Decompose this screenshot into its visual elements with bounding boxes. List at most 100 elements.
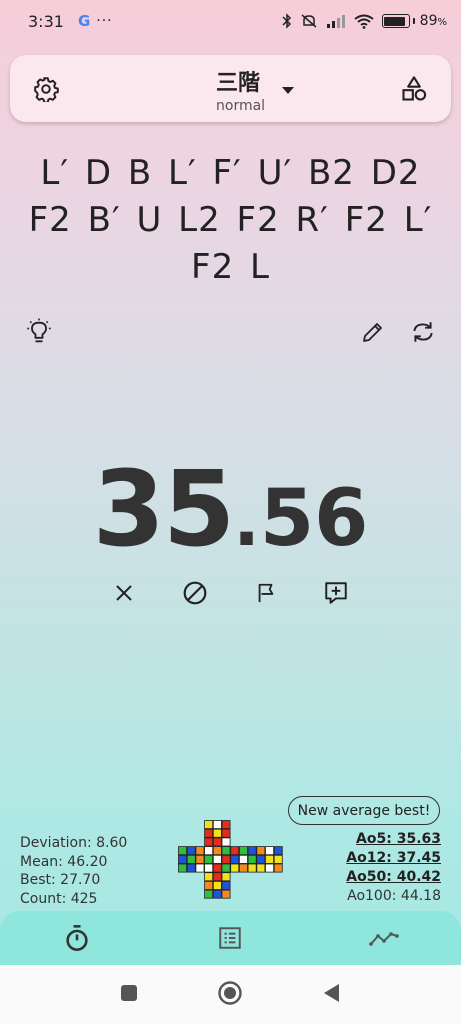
cube-sticker <box>212 846 222 856</box>
cube-sticker <box>230 846 240 856</box>
comment-button[interactable] <box>321 578 351 608</box>
stat-count: Count: 425 <box>20 890 98 907</box>
new-scramble-button[interactable] <box>408 317 438 347</box>
cube-sticker <box>239 846 248 856</box>
stat-deviation: Deviation: 8.60 <box>20 835 128 851</box>
cube-sticker <box>212 872 222 882</box>
cube-sticker <box>204 863 214 873</box>
average-stats: Ao5: 35.63 Ao12: 37.45 Ao50: 40.42 Ao100… <box>346 830 441 906</box>
nav-solves-list[interactable] <box>200 918 260 958</box>
square-icon <box>121 984 138 1001</box>
muted-icon <box>301 14 317 28</box>
gear-icon <box>34 77 59 102</box>
cube-sticker <box>195 863 205 873</box>
stat-ao12[interactable]: Ao12: 37.45 <box>346 849 441 868</box>
cube-sticker <box>204 889 214 899</box>
bottom-navigation <box>0 911 461 965</box>
recents-button[interactable] <box>119 983 139 1007</box>
battery-indicator: 89% <box>381 13 447 29</box>
puzzle-type-button[interactable] <box>398 73 430 105</box>
cube-sticker <box>186 854 196 864</box>
cube-sticker <box>221 889 231 899</box>
cube-sticker <box>265 854 275 864</box>
nav-timer[interactable] <box>47 918 107 958</box>
status-bar: 3:31 G ··· 89% <box>0 0 461 42</box>
shapes-icon <box>402 76 427 101</box>
cube-sticker <box>273 854 283 864</box>
signal-icon <box>326 15 345 28</box>
settings-button[interactable] <box>30 73 62 105</box>
back-triangle-icon <box>323 983 339 1002</box>
cube-sticker <box>178 854 188 864</box>
back-button[interactable] <box>322 982 342 1008</box>
new-average-best-badge: New average best! <box>288 796 440 825</box>
stopwatch-icon <box>66 925 88 951</box>
cube-sticker <box>204 872 214 882</box>
cube-sticker <box>265 846 275 856</box>
timer-dot: . <box>233 480 260 562</box>
battery-level: 89 <box>419 13 438 29</box>
trend-icon <box>369 932 399 946</box>
cube-sticker <box>239 863 248 873</box>
add-comment-icon <box>325 582 347 604</box>
cube-sticker <box>186 863 196 873</box>
scramble-text[interactable]: L′ D B L′ F′ U′ B2 D2 F2 B′ U L2 F2 R′ F… <box>20 150 441 291</box>
battery-icon <box>381 14 410 28</box>
cube-sticker <box>256 846 266 856</box>
cube-sticker <box>265 863 275 873</box>
stat-mean: Mean: 46.20 <box>20 853 108 870</box>
cube-sticker <box>247 846 257 856</box>
cube-sticker <box>247 854 257 864</box>
nav-statistics[interactable] <box>354 918 414 958</box>
cube-sticker <box>256 854 266 864</box>
cube-sticker <box>212 828 222 838</box>
refresh-icon <box>413 322 433 342</box>
status-time: 3:31 <box>28 11 64 31</box>
block-icon <box>183 581 207 605</box>
lightbulb-icon <box>27 318 51 343</box>
more-notifications-icon: ··· <box>96 13 113 29</box>
google-icon: G <box>77 12 91 30</box>
cube-sticker <box>212 837 222 847</box>
stat-ao50[interactable]: Ao50: 40.42 <box>346 868 441 887</box>
dnf-button[interactable] <box>180 578 210 608</box>
wifi-icon <box>354 14 374 29</box>
cube-sticker <box>212 863 222 873</box>
cube-sticker <box>273 846 283 856</box>
puzzle-selector[interactable]: 三階 normal <box>190 65 310 115</box>
cube-sticker <box>221 881 231 890</box>
cube-scramble-preview[interactable] <box>178 820 283 900</box>
puzzle-name: 三階 <box>216 71 261 96</box>
cube-sticker <box>195 846 205 856</box>
cube-sticker <box>221 828 231 838</box>
timer-seconds: 35 <box>92 448 236 570</box>
flag-button[interactable] <box>251 578 281 608</box>
cube-sticker <box>247 863 257 873</box>
cube-sticker <box>178 846 188 856</box>
timer-display[interactable]: 35.56 <box>0 448 461 570</box>
home-button[interactable] <box>217 980 243 1010</box>
cube-sticker <box>212 854 222 864</box>
session-stats: Deviation: 8.60 Mean: 46.20 Best: 27.70 … <box>20 834 127 908</box>
edit-scramble-button[interactable] <box>358 317 388 347</box>
cube-sticker <box>204 881 214 890</box>
stat-ao5[interactable]: Ao5: 35.63 <box>346 830 441 849</box>
cube-sticker <box>212 881 222 890</box>
cube-sticker <box>239 854 248 864</box>
cube-sticker <box>221 872 231 882</box>
cube-sticker <box>212 820 222 830</box>
list-icon <box>219 927 242 949</box>
puzzle-header-card: 三階 normal <box>10 55 451 122</box>
cube-sticker <box>204 828 214 838</box>
home-circle-icon <box>218 980 243 1005</box>
hint-button[interactable] <box>24 317 54 347</box>
chevron-down-icon <box>282 87 294 94</box>
bluetooth-icon <box>282 13 291 29</box>
puzzle-mode: normal <box>216 98 266 114</box>
delete-solve-button[interactable] <box>109 578 139 608</box>
system-navigation-bar <box>0 965 461 1024</box>
cube-sticker <box>221 854 231 864</box>
cube-sticker <box>273 863 283 873</box>
pencil-icon <box>363 323 382 342</box>
cube-sticker <box>212 889 222 899</box>
